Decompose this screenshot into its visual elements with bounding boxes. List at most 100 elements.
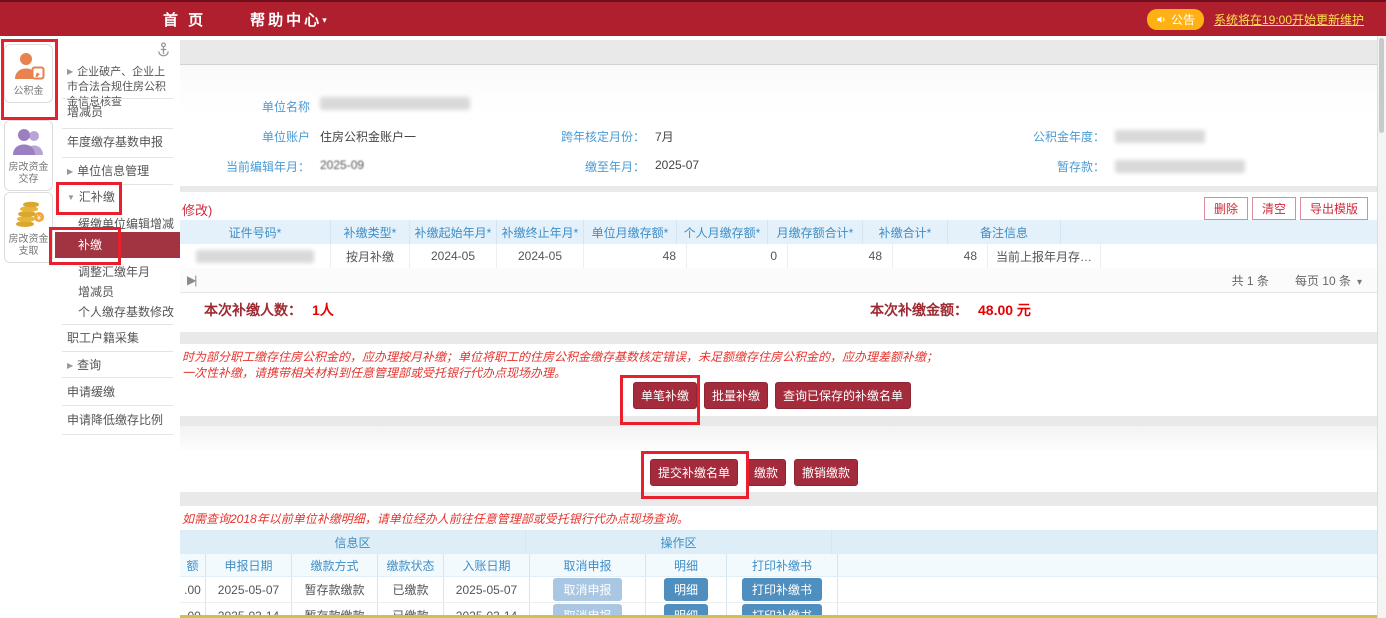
pay-button[interactable]: 缴款 <box>746 459 786 486</box>
col-start-month: 补缴起始年月* <box>410 220 497 244</box>
divider <box>62 434 173 435</box>
sidebar-item-huibujiao[interactable]: ▼汇补缴 <box>55 189 180 206</box>
paid-to-month-value: 2025-07 <box>655 158 699 172</box>
sidebar-item-annual-base[interactable]: 年度缴存基数申报 <box>55 134 180 151</box>
col-unit-amount: 单位月缴存额* <box>584 220 677 244</box>
table-toolbar: 删除 清空 导出模版 <box>1200 197 1368 220</box>
maintenance-notice-link[interactable]: 系统将在19:00开始更新维护 <box>1214 11 1364 28</box>
print-cell: 打印补缴书 <box>727 577 838 602</box>
month-total-cell: 48 <box>788 244 893 268</box>
current-edit-month-value: 2025-09 <box>320 158 364 172</box>
batch-supplement-button[interactable]: 批量补缴 <box>704 382 768 409</box>
detail-cell: 明细 <box>646 577 727 602</box>
col-declare-date: 申报日期 <box>206 554 292 576</box>
sidebar-item-bujiao-active[interactable]: 补缴 <box>55 232 180 258</box>
col-cancel: 取消申报 <box>530 554 646 576</box>
fund-year-label: 公积金年度： <box>985 128 1105 145</box>
divider <box>62 351 173 352</box>
total-cell: 48 <box>893 244 988 268</box>
col-total: 补缴合计* <box>863 220 948 244</box>
fund-year-value <box>1115 129 1205 143</box>
nav-home[interactable]: 首 页 <box>163 9 206 30</box>
sidebar-item-apply-huanjiao[interactable]: 申请缓缴 <box>55 384 180 401</box>
single-supplement-button[interactable]: 单笔补缴 <box>633 382 697 409</box>
cross-year-month-value: 7月 <box>655 128 674 145</box>
divider <box>62 98 173 99</box>
personal-amount-cell: 0 <box>687 244 788 268</box>
table-row[interactable]: .00 2025-05-07 暂存款缴款 已缴款 2025-05-07 取消申报… <box>180 577 1378 603</box>
cancel-pay-button[interactable]: 撤销缴款 <box>794 459 858 486</box>
sidebar-item-unit-info[interactable]: ▶单位信息管理 <box>55 163 180 180</box>
sidebar-item-hukou-collect[interactable]: 职工户籍采集 <box>55 330 180 347</box>
svg-text:¥: ¥ <box>37 215 41 222</box>
sidebar-item-zengjianyuan-sub[interactable]: 增减员 <box>55 284 180 301</box>
page-size-select[interactable]: 每页 10 条▾ <box>1295 272 1362 289</box>
rail-item-label: 房改资金支取 <box>6 234 51 258</box>
sidebar-item-query[interactable]: ▶查询 <box>55 357 180 374</box>
nav-help-center[interactable]: 帮助中心▾ <box>250 9 327 30</box>
group-filler <box>832 530 1378 554</box>
divider <box>62 324 173 325</box>
clipped-red-note: 修改) <box>182 200 212 219</box>
unit-account-label: 单位账户 <box>180 128 310 145</box>
delete-button[interactable]: 删除 <box>1204 197 1248 220</box>
supplement-count: 本次补缴人数：1人 <box>204 300 334 320</box>
history-table: 信息区 操作区 额 申报日期 缴款方式 缴款状态 入账日期 取消申报 明细 打印… <box>180 530 1378 618</box>
rail-item-fanggai-jiaocun[interactable]: 房改资金交存 <box>4 120 53 191</box>
announcement-badge[interactable]: 公告 <box>1147 9 1204 30</box>
vertical-scrollbar[interactable] <box>1377 36 1386 618</box>
scrollbar-thumb[interactable] <box>1379 38 1384 133</box>
col-remark: 备注信息 <box>948 220 1061 244</box>
divider <box>62 157 173 158</box>
submit-panel: 提交补缴名单 缴款 撤销缴款 <box>180 450 1378 492</box>
sidebar-menu: ▶企业破产、企业上市合法合规住房公积金信息核查 增减员 年度缴存基数申报 ▶单位… <box>55 36 181 618</box>
clear-button[interactable]: 清空 <box>1252 197 1296 220</box>
cancel-declare-button[interactable]: 取消申报 <box>553 578 621 601</box>
type-cell: 按月补缴 <box>331 244 410 268</box>
cross-year-month-label: 跨年核定月份： <box>525 128 645 145</box>
query-saved-list-button[interactable]: 查询已保存的补缴名单 <box>775 382 911 409</box>
pagination-total: 共 1 条 <box>1232 272 1269 289</box>
detail-button[interactable]: 明细 <box>664 578 708 601</box>
col-entry-date: 入账日期 <box>444 554 530 576</box>
col-month-total: 月缴存额合计* <box>768 220 863 244</box>
rail-item-label: 公积金 <box>6 86 51 98</box>
sidebar-item-lower-ratio[interactable]: 申请降低缴存比例 <box>55 412 180 429</box>
divider-band <box>180 416 1378 426</box>
main-content: 单位名称 单位账户 住房公积金账户一 跨年核定月份： 7月 公积金年度： 当前编… <box>180 36 1378 618</box>
col-pay-status: 缴款状态 <box>378 554 444 576</box>
sidebar-item-adjust-month[interactable]: 调整汇缴年月 <box>55 264 180 281</box>
divider <box>62 128 173 129</box>
group-header-row: 信息区 操作区 <box>180 530 1378 554</box>
sidebar-item-personal-base-edit[interactable]: 个人缴存基数修改 <box>55 304 180 321</box>
print-supplement-button[interactable]: 打印补缴书 <box>742 578 822 601</box>
chevron-right-icon: ▶ <box>67 67 73 76</box>
header-band <box>180 40 1378 65</box>
unit-info-panel: 单位名称 单位账户 住房公积金账户一 跨年核定月份： 7月 公积金年度： 当前编… <box>180 65 1378 186</box>
col-personal-amount: 个人月缴存额* <box>677 220 768 244</box>
filler-cell <box>838 577 1378 602</box>
unit-name-label: 单位名称 <box>180 98 310 115</box>
people-icon <box>12 127 46 157</box>
anchor-icon[interactable] <box>157 42 170 62</box>
coins-icon: ¥ <box>12 199 46 229</box>
chevron-down-icon: ▾ <box>322 15 327 25</box>
pagination-bar: ▶| 共 1 条 每页 10 条▾ <box>180 268 1378 293</box>
declare-date-cell: 2025-05-07 <box>206 577 292 602</box>
chevron-down-icon: ▼ <box>67 193 75 202</box>
supplement-list-panel: 修改) 删除 清空 导出模版 证件号码* 补缴类型* 补缴起始年月* 补缴终止年… <box>180 192 1378 332</box>
sidebar-item-zengjianyuan[interactable]: 增减员 <box>55 104 180 121</box>
export-template-button[interactable]: 导出模版 <box>1300 197 1368 220</box>
chevron-down-icon: ▾ <box>1357 277 1362 288</box>
submit-list-button[interactable]: 提交补缴名单 <box>650 459 738 486</box>
filler-cell <box>1101 244 1378 268</box>
table-row[interactable]: 按月补缴 2024-05 2024-05 48 0 48 48 当前上报年月存… <box>180 244 1378 269</box>
policy-note-line2: 一次性补缴，请携带相关材料到任意管理部或受托银行代办点现场办理。 <box>182 364 566 381</box>
history-note: 如需查询2018年以前单位补缴明细，请单位经办人前往任意管理部或受托银行代办点现… <box>182 510 689 527</box>
rail-item-fanggai-zhiqu[interactable]: ¥ 房改资金支取 <box>4 192 53 263</box>
pagination-first-icon[interactable]: ▶| <box>187 273 195 287</box>
app-window: 首 页 帮助中心▾ 公告 系统将在19:00开始更新维护 公积金 <box>0 0 1386 618</box>
section-band <box>180 426 1378 451</box>
cancel-cell: 取消申报 <box>530 577 646 602</box>
rail-item-gongjijin[interactable]: 公积金 <box>4 44 53 103</box>
